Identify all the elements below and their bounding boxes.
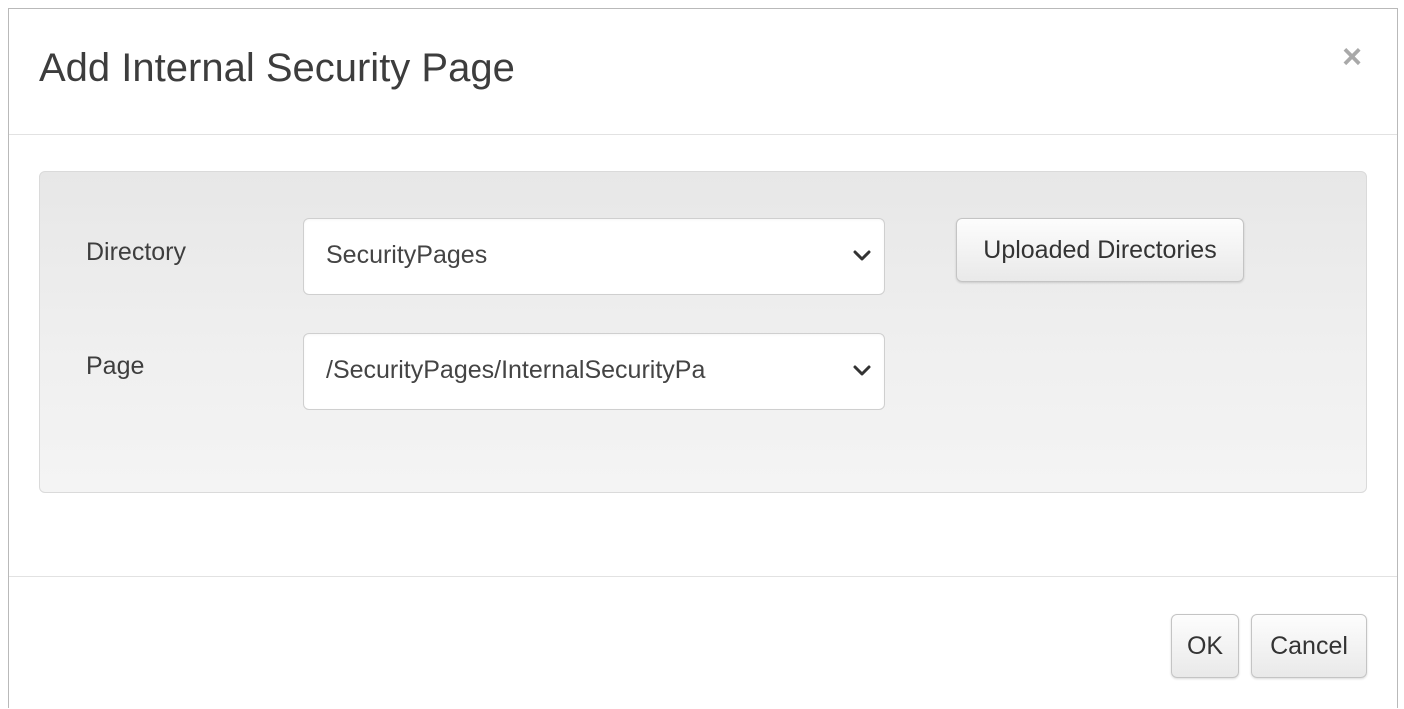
cancel-button[interactable]: Cancel xyxy=(1251,614,1367,678)
dialog-body: Directory SecurityPages Uploaded Directo… xyxy=(9,135,1397,577)
dialog-footer: OK Cancel xyxy=(9,577,1397,709)
page-label: Page xyxy=(86,352,145,380)
page-select[interactable]: /SecurityPages/InternalSecurityPa xyxy=(303,333,885,410)
dialog-title: Add Internal Security Page xyxy=(39,46,515,90)
dialog-header: Add Internal Security Page × xyxy=(9,9,1397,135)
directory-label: Directory xyxy=(86,238,187,266)
directory-select[interactable]: SecurityPages xyxy=(303,218,885,295)
page-select-value: /SecurityPages/InternalSecurityPa xyxy=(326,356,706,384)
chevron-down-icon xyxy=(853,365,871,376)
ok-button[interactable]: OK xyxy=(1171,614,1239,678)
directory-select-value: SecurityPages xyxy=(326,241,488,269)
close-icon[interactable]: × xyxy=(1337,39,1367,75)
uploaded-directories-button[interactable]: Uploaded Directories xyxy=(956,218,1244,282)
chevron-down-icon xyxy=(853,250,871,261)
form-panel: Directory SecurityPages Uploaded Directo… xyxy=(39,171,1367,493)
add-internal-security-page-dialog: Add Internal Security Page × Directory S… xyxy=(8,8,1398,708)
